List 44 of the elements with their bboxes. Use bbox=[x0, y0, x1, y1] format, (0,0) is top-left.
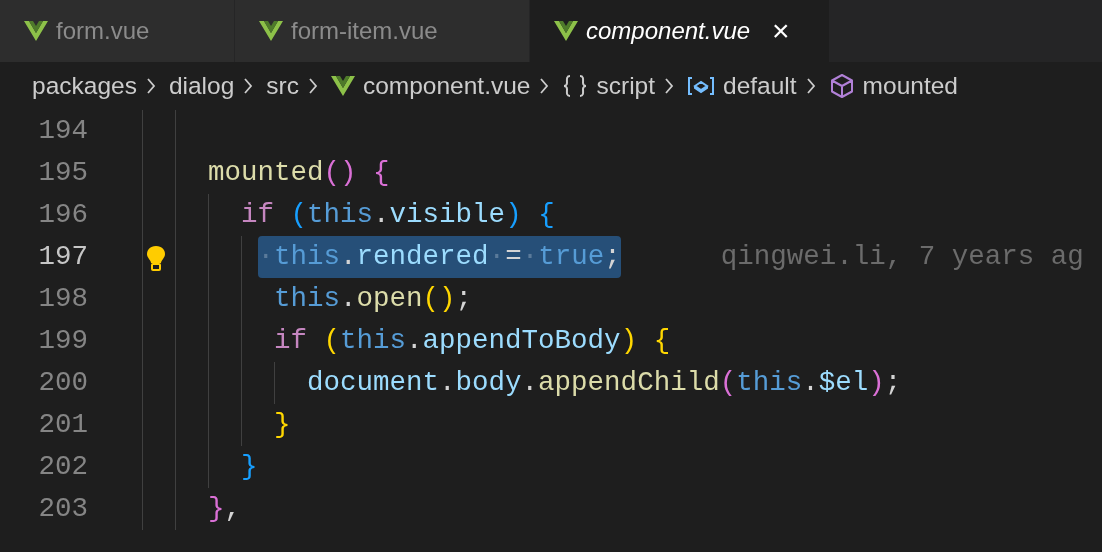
code-line: mounted() { bbox=[208, 156, 390, 191]
line-number: 197 bbox=[37, 240, 88, 275]
line-number: 203 bbox=[37, 492, 88, 527]
line-number: 200 bbox=[37, 366, 88, 401]
chevron-icon bbox=[663, 76, 676, 96]
chevron-icon bbox=[804, 76, 817, 96]
lightbulb-icon[interactable] bbox=[146, 245, 166, 271]
line-number: 201 bbox=[37, 408, 88, 443]
line-number: 194 bbox=[37, 114, 88, 149]
code-line: }, bbox=[208, 492, 242, 527]
breadcrumb-item[interactable]: script bbox=[562, 67, 656, 105]
line-number: 199 bbox=[37, 324, 88, 359]
editor-tab[interactable]: form.vue bbox=[0, 0, 235, 62]
breadcrumb-item[interactable]: dialog bbox=[168, 67, 235, 105]
line-number: 196 bbox=[37, 198, 88, 233]
code-line: if (this.appendToBody) { bbox=[274, 324, 671, 359]
code-line: if (this.visible) { bbox=[241, 198, 555, 233]
chevron-icon bbox=[242, 76, 255, 96]
chevron-icon bbox=[144, 76, 157, 96]
code-line: } bbox=[274, 408, 291, 443]
breadcrumb-item[interactable]: default bbox=[687, 67, 797, 105]
line-number: 195 bbox=[37, 156, 88, 191]
module-icon bbox=[687, 76, 716, 96]
vue-logo-icon bbox=[330, 76, 355, 96]
cube-icon bbox=[828, 73, 855, 99]
breadcrumb-item[interactable]: packages bbox=[32, 67, 137, 105]
editor-tab[interactable]: component.vue × bbox=[530, 0, 830, 62]
code-line: } bbox=[241, 450, 258, 485]
breadcrumb-item[interactable]: src bbox=[266, 67, 299, 105]
line-number: 198 bbox=[37, 282, 88, 317]
chevron-icon bbox=[538, 76, 551, 96]
braces-icon bbox=[562, 74, 589, 98]
chevron-icon bbox=[306, 76, 319, 96]
vue-logo-icon bbox=[259, 21, 283, 41]
line-number: 202 bbox=[37, 450, 88, 485]
vue-logo-icon bbox=[554, 21, 578, 41]
code-line: this.open(); bbox=[274, 282, 473, 317]
code-line: document.body.appendChild(this.$el); bbox=[307, 366, 902, 401]
blame-annotation: qingwei.li, 7 years ag bbox=[720, 240, 1084, 275]
breadcrumb-item[interactable]: component.vue bbox=[330, 67, 531, 105]
breadcrumb-item[interactable]: mounted bbox=[828, 67, 958, 105]
close-icon[interactable]: × bbox=[772, 16, 790, 46]
vue-logo-icon bbox=[24, 21, 48, 41]
editor-tab[interactable]: form-item.vue bbox=[235, 0, 530, 62]
